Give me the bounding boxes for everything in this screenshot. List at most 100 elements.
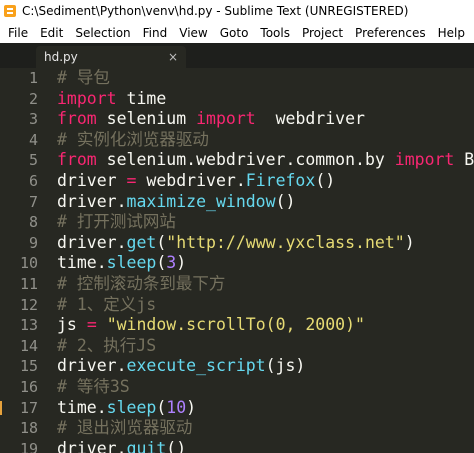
code-text: from selenium import webdriver — [38, 109, 365, 130]
code-line[interactable]: 1 # 导包 — [0, 68, 474, 89]
line-number: 1 — [28, 69, 38, 87]
code-text: driver.quit() — [38, 439, 186, 453]
code-line[interactable]: 5 from selenium.webdriver.common.by impor… — [0, 150, 474, 171]
code-token: time — [116, 88, 167, 108]
code-text: # 控制滚动条到最下方 — [38, 274, 225, 295]
code-token: ) — [186, 397, 197, 417]
code-line[interactable]: 4 # 实例化浏览器驱动 — [0, 130, 474, 151]
menu-view[interactable]: View — [173, 26, 213, 40]
code-token: quit — [126, 438, 167, 453]
code-text: # 打开测试网站 — [38, 212, 176, 233]
code-token: # 2、执行JS — [57, 335, 157, 355]
menu-bar: File Edit Selection Find View Goto Tools Projec… — [0, 22, 474, 43]
line-number: 15 — [19, 357, 38, 376]
code-token: driver. — [57, 232, 127, 252]
line-number: 16 — [19, 377, 38, 396]
code-text: from selenium.webdriver.common.by import… — [38, 150, 474, 171]
code-line[interactable]: 10 time.sleep(3) — [0, 253, 474, 274]
code-text: # 退出浏览器驱动 — [38, 418, 192, 439]
code-token: time. — [57, 253, 107, 273]
code-line[interactable]: 6 driver = webdriver.Firefox() — [0, 171, 474, 192]
menu-goto[interactable]: Goto — [214, 26, 255, 40]
code-token: time. — [57, 397, 107, 417]
code-line[interactable]: 15 driver.execute_script(js) — [0, 356, 474, 377]
code-line[interactable]: 12 # 1、定义js — [0, 295, 474, 316]
code-text: # 实例化浏览器驱动 — [38, 130, 209, 151]
menu-project[interactable]: Project — [296, 26, 349, 40]
code-token: from — [57, 109, 97, 129]
line-number: 13 — [19, 316, 38, 335]
code-token: import — [57, 88, 117, 108]
code-line[interactable]: 13 js = "window.scrollTo(0, 2000)" — [0, 315, 474, 336]
code-token: "window.scrollTo(0, 2000)" — [106, 315, 365, 335]
code-token: import — [394, 150, 455, 170]
menu-edit[interactable]: Edit — [34, 26, 69, 40]
menu-preferences[interactable]: Preferences — [349, 26, 432, 40]
code-editor[interactable]: 1 # 导包 2 import time 3 from selenium import w… — [0, 68, 474, 453]
line-number: 19 — [19, 439, 38, 453]
line-number: 18 — [19, 419, 38, 438]
code-token: () — [275, 191, 296, 211]
code-token: ) — [176, 253, 187, 273]
code-token: get — [126, 232, 157, 252]
code-token: (js) — [265, 356, 306, 376]
menu-tools[interactable]: Tools — [254, 26, 296, 40]
code-token: # 1、定义js — [57, 294, 157, 314]
code-token: # 打开测试网站 — [57, 212, 176, 232]
code-token: # 等待3S — [57, 376, 130, 396]
tab-bar: hd.py × — [0, 43, 474, 68]
menu-find[interactable]: Find — [137, 26, 174, 40]
code-line[interactable]: 14 # 2、执行JS — [0, 336, 474, 357]
code-token: selenium — [96, 109, 197, 129]
code-token: import — [196, 109, 256, 129]
code-text: # 导包 — [38, 68, 110, 89]
tab-label: hd.py — [44, 50, 78, 64]
menu-selection[interactable]: Selection — [69, 26, 136, 40]
code-token: sleep — [106, 253, 157, 273]
code-token: driver. — [57, 191, 127, 211]
code-line[interactable]: 2 import time — [0, 89, 474, 110]
code-line[interactable]: 7 driver.maximize_window() — [0, 192, 474, 213]
code-token: ( — [156, 397, 167, 417]
code-line[interactable]: 17 time.sleep(10) — [0, 398, 474, 419]
close-icon[interactable]: × — [168, 50, 178, 64]
menu-help[interactable]: Help — [432, 26, 471, 40]
code-line[interactable]: 16 # 等待3S — [0, 377, 474, 398]
code-token: webdriver — [255, 109, 365, 129]
line-number: 7 — [28, 192, 38, 211]
line-number: 10 — [19, 254, 38, 273]
code-token: selenium.webdriver.common.by — [96, 150, 395, 170]
code-text: driver.maximize_window() — [38, 192, 295, 213]
code-text: js = "window.scrollTo(0, 2000)" — [38, 315, 365, 336]
code-token: ( — [156, 253, 167, 273]
tab-hd-py[interactable]: hd.py × — [36, 46, 186, 68]
code-token: execute_script — [126, 356, 266, 376]
code-text: import time — [38, 89, 166, 110]
line-number: 6 — [28, 171, 38, 190]
line-number: 3 — [28, 110, 38, 129]
code-token: driver — [57, 170, 127, 190]
code-text: # 2、执行JS — [38, 336, 156, 357]
code-text: time.sleep(3) — [38, 253, 186, 274]
line-number: 11 — [19, 274, 38, 293]
code-token: () — [166, 438, 187, 453]
code-token: webdriver. — [136, 170, 246, 190]
line-number: 4 — [28, 130, 38, 149]
code-line[interactable]: 3 from selenium import webdriver — [0, 109, 474, 130]
code-line[interactable]: 11 # 控制滚动条到最下方 — [0, 274, 474, 295]
menu-file[interactable]: File — [0, 26, 34, 40]
sublime-logo-icon — [4, 5, 16, 17]
code-text: time.sleep(10) — [38, 398, 196, 419]
code-line[interactable]: 18 # 退出浏览器驱动 — [0, 418, 474, 439]
code-token: ( — [156, 232, 167, 252]
code-token: () — [315, 170, 336, 190]
code-token: ) — [404, 232, 415, 252]
line-number: 14 — [19, 336, 38, 355]
code-token: # 控制滚动条到最下方 — [57, 273, 226, 293]
code-line[interactable]: 19 driver.quit() — [0, 439, 474, 453]
code-token: Firefox — [245, 170, 316, 190]
code-token: 10 — [166, 397, 187, 417]
code-line[interactable]: 8 # 打开测试网站 — [0, 212, 474, 233]
code-line[interactable]: 9 driver.get("http://www.yxclass.net") — [0, 233, 474, 254]
